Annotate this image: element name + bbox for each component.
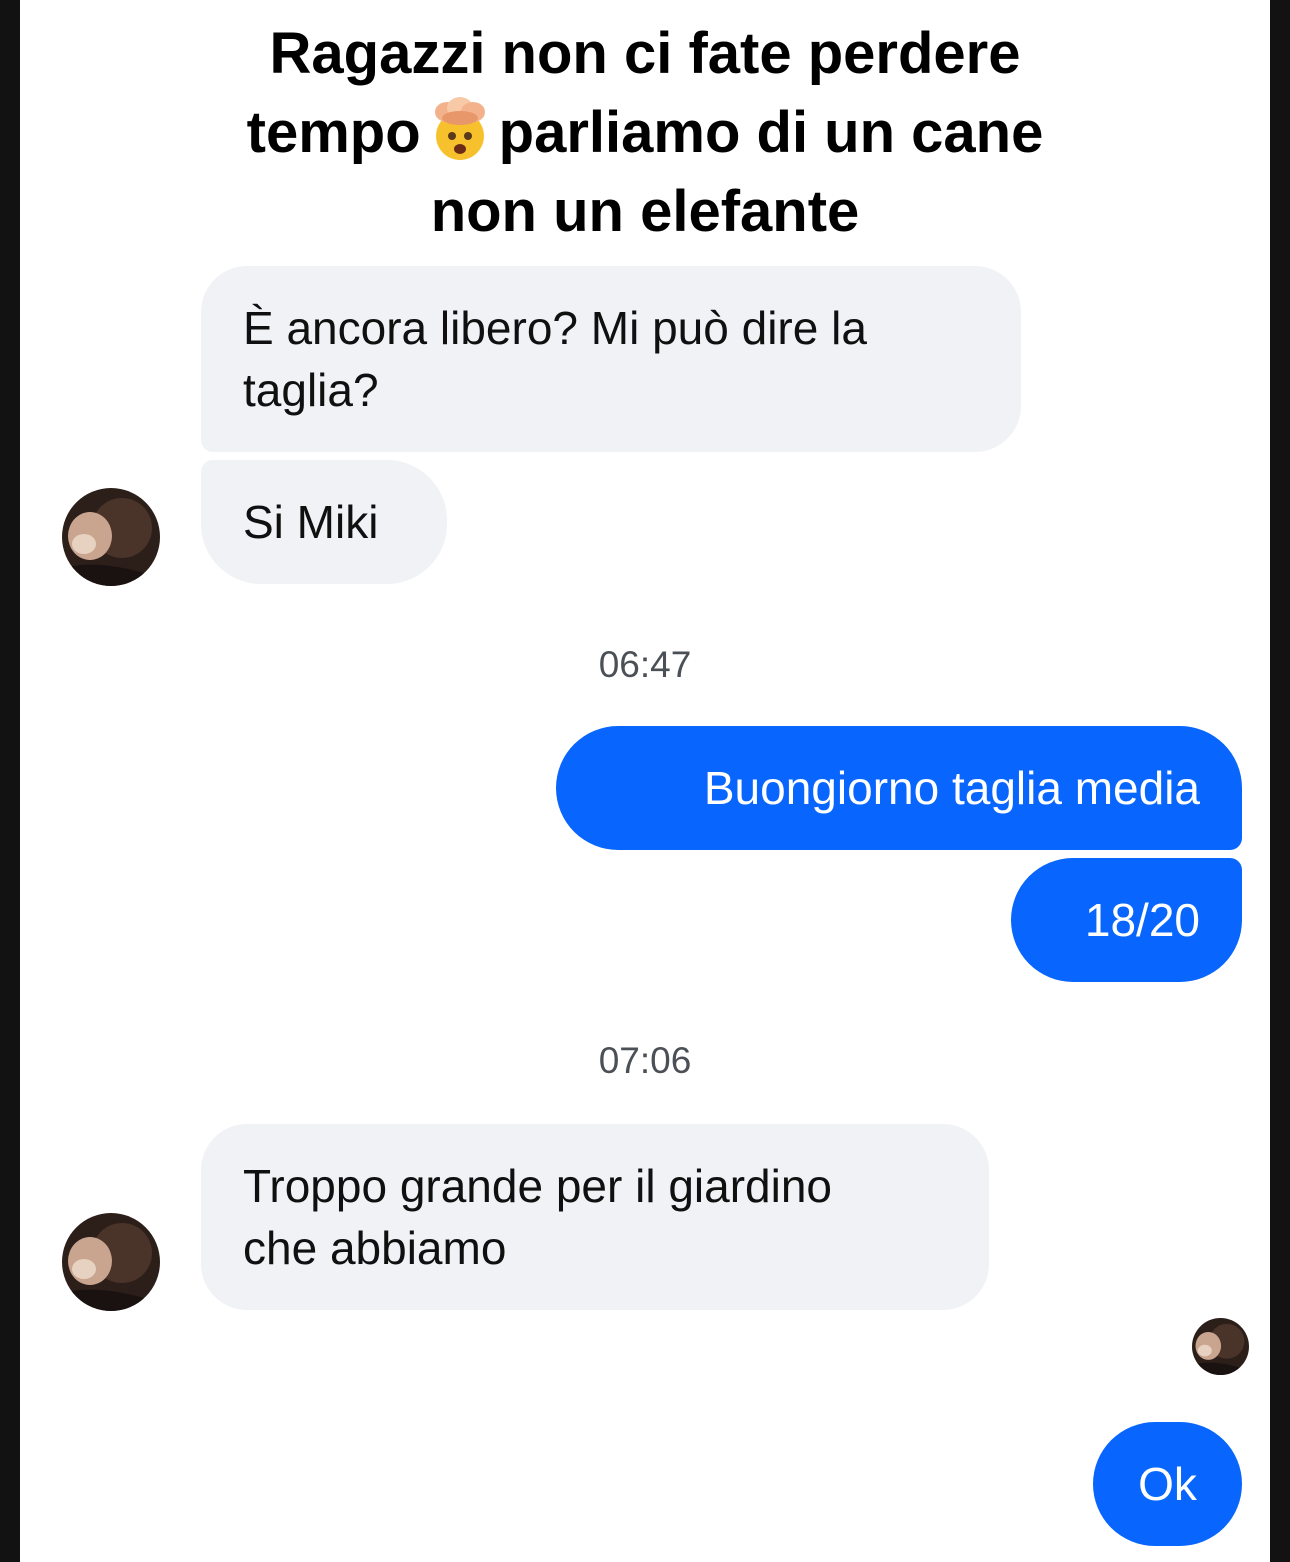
incoming-message-bubble[interactable]: È ancora libero? Mi può dire la taglia?: [201, 266, 1021, 452]
message-text-line: Troppo grande per il giardino: [243, 1160, 832, 1212]
caption-line-2-end: parliamo di un cane: [498, 100, 1044, 165]
contact-avatar[interactable]: [62, 488, 160, 586]
message-text-line: È ancora libero? Mi può dire la: [243, 302, 867, 354]
caption-line-2-start: tempo: [246, 100, 421, 165]
message-text: Si Miki: [243, 496, 379, 548]
incoming-message-bubble[interactable]: Troppo grande per il giardino che abbiam…: [201, 1124, 989, 1310]
outgoing-message-bubble[interactable]: 18/20: [1011, 858, 1242, 982]
caption-line-2: tempo parliamo di un cane: [0, 93, 1290, 172]
message-timestamp: 07:06: [598, 1040, 692, 1081]
exploding-head-icon: [427, 96, 493, 162]
message-text: 18/20: [1084, 894, 1200, 946]
caption-line-3: non un elefante: [430, 179, 860, 244]
read-receipt-avatar: [1192, 1318, 1249, 1375]
message-timestamp: 06:47: [598, 644, 692, 685]
message-text-line: taglia?: [243, 364, 379, 416]
incoming-message-bubble[interactable]: Si Miki: [201, 460, 447, 584]
caption-line-1: Ragazzi non ci fate perdere: [269, 21, 1021, 86]
message-text: Buongiorno taglia media: [703, 762, 1200, 814]
video-caption: Ragazzi non ci fate perdere tempo parlia…: [0, 14, 1290, 251]
outgoing-message-bubble[interactable]: Ok: [1093, 1422, 1242, 1546]
message-text: Ok: [1138, 1458, 1197, 1510]
outgoing-message-bubble[interactable]: Buongiorno taglia media: [556, 726, 1242, 850]
message-text-line: che abbiamo: [243, 1222, 507, 1274]
contact-avatar[interactable]: [62, 1213, 160, 1311]
